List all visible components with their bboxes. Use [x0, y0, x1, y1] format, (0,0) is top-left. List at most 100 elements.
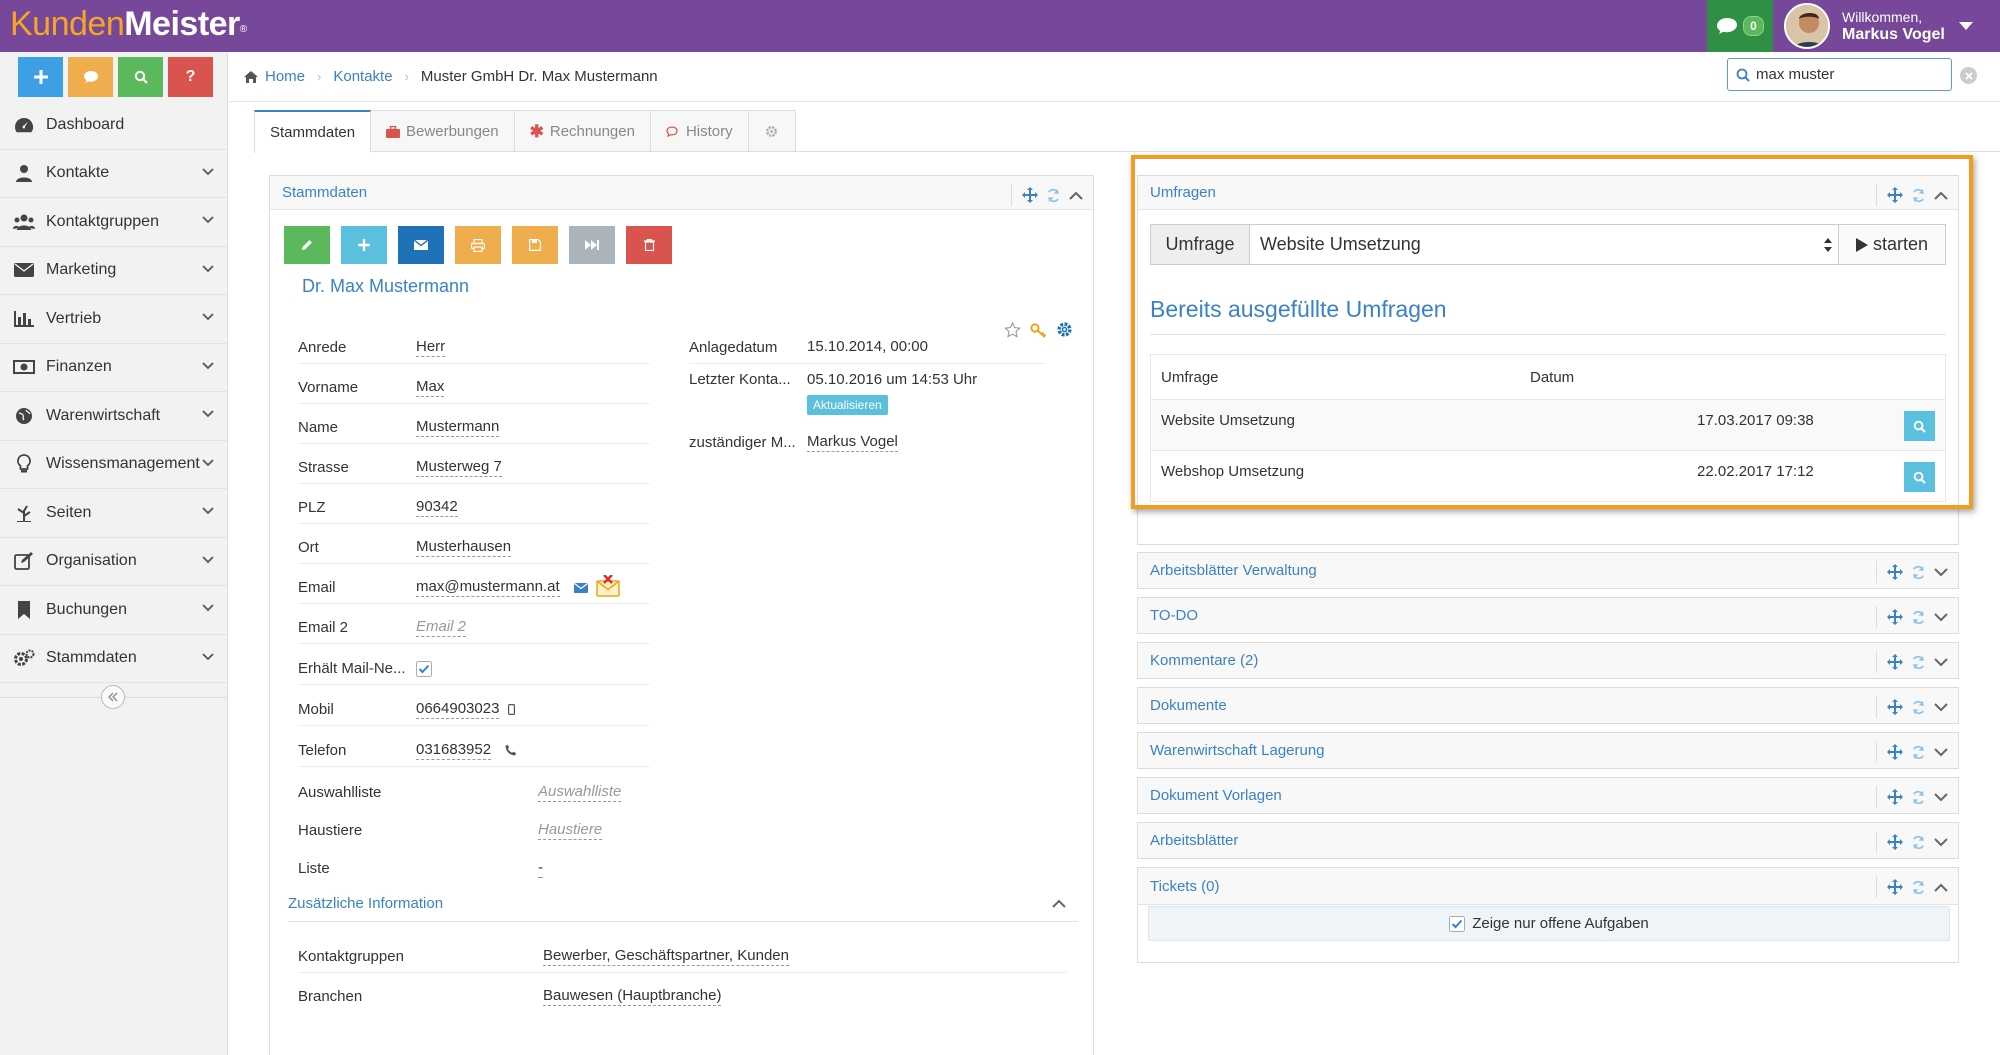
panel-arbeitsblaetter[interactable]: Arbeitsblätter [1137, 822, 1959, 859]
panel-header[interactable]: Tickets (0) [1138, 868, 1958, 905]
panel-kommentare[interactable]: Kommentare (2) [1137, 642, 1959, 679]
open-tasks-checkbox[interactable] [1449, 915, 1466, 932]
field-value[interactable]: Auswahlliste [538, 783, 622, 802]
chevron-down-icon[interactable] [1934, 567, 1948, 577]
move-icon[interactable] [1887, 654, 1903, 670]
sidebar-item-kontaktgruppen[interactable]: Kontaktgruppen [0, 198, 228, 247]
sidebar-item-marketing[interactable]: Marketing [0, 247, 228, 295]
edit-button[interactable] [284, 226, 330, 264]
newsletter-checkbox[interactable] [416, 661, 432, 677]
sidebar-item-stammdaten[interactable]: Stammdaten [0, 635, 228, 683]
field-value[interactable]: - [538, 859, 543, 878]
aktualisieren-button[interactable]: Aktualisieren [807, 395, 888, 415]
tab-stammdaten[interactable]: Stammdaten [254, 110, 372, 153]
move-icon[interactable] [1887, 564, 1903, 580]
field-value[interactable]: Musterweg 7 [416, 458, 502, 477]
chevron-down-icon[interactable] [1934, 837, 1948, 847]
app-logo[interactable]: KundenMeister® [10, 3, 247, 45]
clear-search-button[interactable] [1960, 67, 1977, 84]
chevron-up-icon[interactable] [1934, 883, 1948, 892]
field-value[interactable]: Herr [416, 338, 446, 357]
refresh-icon[interactable] [1911, 655, 1926, 670]
chevron-down-icon[interactable] [1934, 657, 1948, 667]
sidebar-item-organisation[interactable]: Organisation [0, 538, 228, 586]
sidebar-item-vertrieb[interactable]: Vertrieb [0, 295, 228, 344]
sidebar-item-wissensmanagement[interactable]: Wissensmanagement [0, 441, 228, 489]
move-icon[interactable] [1887, 609, 1903, 625]
field-value[interactable]: max@mustermann.at [416, 578, 560, 597]
panel-to-do[interactable]: TO-DO [1137, 597, 1959, 634]
refresh-icon[interactable] [1911, 880, 1926, 895]
delete-button[interactable] [626, 226, 672, 264]
move-icon[interactable] [1887, 744, 1903, 760]
panel-dokument-vorlagen[interactable]: Dokument Vorlagen [1137, 777, 1959, 814]
sidebar-item-dashboard[interactable]: Dashboard [0, 101, 228, 150]
gear-icon[interactable] [1056, 321, 1073, 338]
refresh-icon[interactable] [1911, 188, 1926, 203]
sidebar-item-kontakte[interactable]: Kontakte [0, 150, 228, 198]
view-umfrage-button[interactable] [1904, 462, 1935, 492]
field-value[interactable]: 0664903023 [416, 700, 500, 719]
phone-icon[interactable] [505, 744, 517, 756]
chevron-down-icon[interactable] [1934, 702, 1948, 712]
user-menu[interactable]: Willkommen, Markus Vogel [1778, 0, 2000, 52]
sidebar-item-buchungen[interactable]: Buchungen [0, 586, 228, 635]
send-email-icon[interactable] [574, 583, 588, 593]
umfrage-select[interactable]: Website Umsetzung [1250, 224, 1839, 265]
start-umfrage-button[interactable]: starten [1839, 224, 1946, 265]
tab-bewerbungen[interactable]: Bewerbungen [370, 110, 515, 152]
panel-warenwirtschaft-lagerung[interactable]: Warenwirtschaft Lagerung [1137, 732, 1959, 769]
refresh-icon[interactable] [1911, 565, 1926, 580]
chevron-up-icon[interactable] [1069, 191, 1083, 200]
field-value[interactable]: Mustermann [416, 418, 500, 437]
field-value[interactable]: Musterhausen [416, 538, 512, 557]
chevron-up-icon[interactable] [1934, 191, 1948, 200]
refresh-icon[interactable] [1911, 790, 1926, 805]
field-value[interactable]: Email 2 [416, 618, 467, 637]
search-input[interactable] [1756, 66, 1936, 83]
chevron-down-icon[interactable] [1934, 747, 1948, 757]
move-icon[interactable] [1887, 789, 1903, 805]
refresh-icon[interactable] [1911, 745, 1926, 760]
email-button[interactable] [398, 226, 444, 264]
notifications-button[interactable]: 0 [1707, 0, 1773, 52]
refresh-icon[interactable] [1911, 610, 1926, 625]
next-button[interactable] [569, 226, 615, 264]
field-value[interactable]: Bewerber, Geschäftspartner, Kunden [543, 947, 789, 966]
field-value[interactable]: 031683952 [416, 741, 492, 760]
field-value[interactable]: 90342 [416, 498, 458, 517]
email-invalid-icon[interactable] [596, 575, 620, 597]
quick-add-button[interactable] [18, 57, 63, 97]
chevron-up-icon[interactable] [1052, 899, 1066, 908]
sidebar-item-warenwirtschaft[interactable]: Warenwirtschaft [0, 392, 228, 441]
quick-help-button[interactable]: ? [168, 57, 213, 97]
tab-history[interactable]: History [649, 110, 749, 152]
save-button[interactable] [512, 226, 558, 264]
field-value[interactable]: Markus Vogel [807, 433, 898, 452]
search-field[interactable] [1727, 58, 1952, 91]
panel-arbeitsblaetter-verwaltung[interactable]: Arbeitsblätter Verwaltung [1137, 552, 1959, 589]
mobile-phone-icon[interactable] [508, 704, 515, 715]
chevron-down-icon[interactable] [1934, 792, 1948, 802]
field-value[interactable]: Bauwesen (Hauptbranche) [543, 987, 722, 1006]
tab-rechnungen[interactable]: ✱ Rechnungen [513, 110, 651, 152]
move-icon[interactable] [1887, 879, 1903, 895]
collapse-sidebar-button[interactable] [101, 685, 125, 709]
refresh-icon[interactable] [1911, 835, 1926, 850]
field-value[interactable]: Max [416, 378, 445, 397]
quick-search-button[interactable] [118, 57, 163, 97]
zusaetzliche-information-toggle[interactable]: Zusätzliche Information [288, 895, 443, 912]
move-icon[interactable] [1887, 699, 1903, 715]
refresh-icon[interactable] [1911, 700, 1926, 715]
move-icon[interactable] [1887, 834, 1903, 850]
chevron-down-icon[interactable] [1934, 612, 1948, 622]
tab-settings[interactable] [747, 110, 796, 152]
sidebar-item-seiten[interactable]: Seiten [0, 489, 228, 538]
refresh-icon[interactable] [1046, 188, 1061, 203]
print-button[interactable] [455, 226, 501, 264]
breadcrumb-home[interactable]: Home [265, 68, 305, 85]
add-button[interactable] [341, 226, 387, 264]
panel-dokumente[interactable]: Dokumente [1137, 687, 1959, 724]
quick-chat-button[interactable] [68, 57, 113, 97]
sidebar-item-finanzen[interactable]: Finanzen [0, 344, 228, 392]
